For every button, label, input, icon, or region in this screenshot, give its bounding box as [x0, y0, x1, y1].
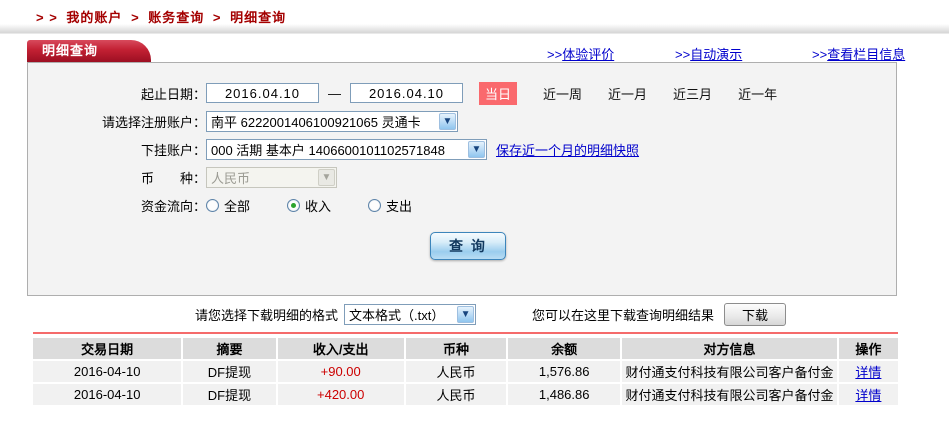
breadcrumb-item-detail-query[interactable]: 明细查询: [230, 10, 286, 25]
detail-link[interactable]: 详情: [855, 365, 881, 380]
quick-date-last-week[interactable]: 近一周: [543, 84, 582, 103]
quick-date-last-year[interactable]: 近一年: [738, 84, 777, 103]
radio-icon: [368, 198, 382, 212]
currency-label: 币 种：: [140, 170, 206, 186]
col-header-counterparty: 对方信息: [622, 338, 837, 359]
transactions-table: 交易日期 摘要 收入/支出 币种 余额 对方信息 操作 2016-04-10 D…: [31, 336, 900, 407]
col-header-date: 交易日期: [33, 338, 182, 359]
query-button[interactable]: 查 询: [430, 232, 506, 260]
cell-action: 详情: [838, 384, 898, 405]
quick-date-last-3-months[interactable]: 近三月: [673, 84, 712, 103]
sub-account-select[interactable]: 000 活期 基本户 1406600101102571848 ▼: [206, 138, 487, 160]
radio-label: 支出: [386, 198, 413, 214]
radio-expense[interactable]: 支出: [368, 196, 412, 215]
flow-direction-row: 资金流向： 全部 收入 支出: [28, 191, 896, 219]
date-range-dash: —: [328, 85, 341, 101]
cell-date: 2016-04-10: [33, 384, 182, 405]
radio-all[interactable]: 全部: [206, 196, 250, 215]
tab-detail-query[interactable]: 明细查询: [27, 40, 151, 62]
cell-currency: 人民币: [405, 384, 507, 405]
download-row: 请您选择下载明细的格式 文本格式（.txt） ▼ 您可以在这里下载查询明细结果 …: [195, 303, 787, 326]
page: > > 我的账户 > 账务查询 > 明细查询 明细查询 >>体验评价 >>自动演…: [0, 0, 949, 439]
save-snapshot-link[interactable]: 保存近一个月的明细快照: [496, 140, 639, 159]
cell-summary: DF提现: [183, 384, 276, 405]
dropdown-arrow-icon: ▼: [468, 140, 485, 158]
end-date-input[interactable]: [350, 83, 463, 103]
table-header-row: 交易日期 摘要 收入/支出 币种 余额 对方信息 操作: [33, 338, 898, 359]
sub-account-label: 下挂账户：: [140, 142, 206, 158]
col-header-action: 操作: [838, 338, 898, 359]
breadcrumb-prefix: > >: [36, 10, 58, 25]
download-format-label: 请您选择下载明细的格式: [195, 308, 339, 323]
cell-counterparty: 财付通支付科技有限公司客户备付金: [622, 384, 837, 405]
cell-counterparty: 财付通支付科技有限公司客户备付金: [622, 361, 837, 382]
dropdown-arrow-icon: ▼: [457, 306, 475, 323]
radio-label: 全部: [224, 198, 251, 214]
download-button[interactable]: 下载: [724, 303, 787, 326]
cell-balance: 1,486.86: [508, 384, 621, 405]
cell-currency: 人民币: [405, 361, 507, 382]
start-date-input[interactable]: [206, 83, 319, 103]
register-account-value: 南平 6222001406100921065 灵通卡: [211, 114, 421, 130]
cell-balance: 1,576.86: [508, 361, 621, 382]
breadcrumb-item-my-account[interactable]: 我的账户: [66, 10, 122, 25]
register-account-label: 请选择注册账户：: [101, 114, 206, 130]
detail-link[interactable]: 详情: [855, 388, 881, 403]
col-header-currency: 币种: [405, 338, 507, 359]
link-view-column-info[interactable]: >>查看栏目信息: [812, 44, 905, 63]
radio-label: 收入: [305, 198, 332, 214]
quick-date-last-month[interactable]: 近一月: [608, 84, 647, 103]
sub-account-row: 下挂账户： 000 活期 基本户 1406600101102571848 ▼ 保…: [28, 135, 896, 163]
query-form-panel: 起止日期： — 当日 近一周 近一月 近三月 近一年 请选择注册账户： 南平 6…: [27, 62, 897, 296]
table-top-red-divider: [33, 332, 898, 334]
date-range-label: 起止日期：: [140, 86, 206, 102]
flow-radio-group: 全部 收入 支出: [206, 196, 449, 215]
link-prefix: >>: [675, 47, 691, 62]
breadcrumb-separator: >: [212, 10, 222, 25]
radio-icon: [287, 198, 301, 212]
flow-direction-label: 资金流向：: [140, 198, 206, 214]
download-format-value: 文本格式（.txt）: [349, 308, 445, 323]
breadcrumb-separator: >: [131, 10, 140, 25]
link-prefix: >>: [547, 47, 563, 62]
sub-account-value: 000 活期 基本户 1406600101102571848: [211, 142, 445, 158]
radio-income[interactable]: 收入: [287, 196, 331, 215]
link-label: 体验评价: [562, 47, 615, 62]
top-divider: [0, 24, 949, 34]
col-header-summary: 摘要: [183, 338, 276, 359]
cell-action: 详情: [838, 361, 898, 382]
col-header-amount: 收入/支出: [277, 338, 404, 359]
quick-date-today-badge[interactable]: 当日: [479, 81, 518, 105]
breadcrumb-item-account-query[interactable]: 账务查询: [148, 10, 204, 25]
currency-select-disabled: 人民币 ▼: [206, 166, 337, 188]
currency-row: 币 种： 人民币 ▼: [28, 163, 896, 191]
download-result-label: 您可以在这里下载查询明细结果: [532, 308, 715, 323]
cell-amount: +420.00: [277, 384, 404, 405]
link-experience-rating[interactable]: >>体验评价: [547, 44, 614, 63]
cell-amount: +90.00: [277, 361, 404, 382]
link-auto-demo[interactable]: >>自动演示: [675, 44, 742, 63]
date-range-row: 起止日期： — 当日 近一周 近一月 近三月 近一年: [28, 79, 896, 107]
query-button-row: 查 询: [28, 232, 896, 260]
link-label: 自动演示: [690, 47, 743, 62]
download-format-select[interactable]: 文本格式（.txt） ▼: [344, 304, 477, 325]
currency-value: 人民币: [211, 170, 251, 186]
dropdown-arrow-icon: ▼: [318, 168, 335, 186]
col-header-balance: 余额: [508, 338, 621, 359]
table-row: 2016-04-10 DF提现 +420.00 人民币 1,486.86 财付通…: [33, 384, 898, 405]
cell-date: 2016-04-10: [33, 361, 182, 382]
register-account-row: 请选择注册账户： 南平 6222001406100921065 灵通卡 ▼: [28, 107, 896, 135]
cell-summary: DF提现: [183, 361, 276, 382]
radio-icon: [206, 198, 219, 212]
table-row: 2016-04-10 DF提现 +90.00 人民币 1,576.86 财付通支…: [33, 361, 898, 382]
link-label: 查看栏目信息: [827, 47, 906, 62]
dropdown-arrow-icon: ▼: [439, 112, 456, 130]
link-prefix: >>: [812, 47, 828, 62]
register-account-select[interactable]: 南平 6222001406100921065 灵通卡 ▼: [206, 110, 458, 132]
